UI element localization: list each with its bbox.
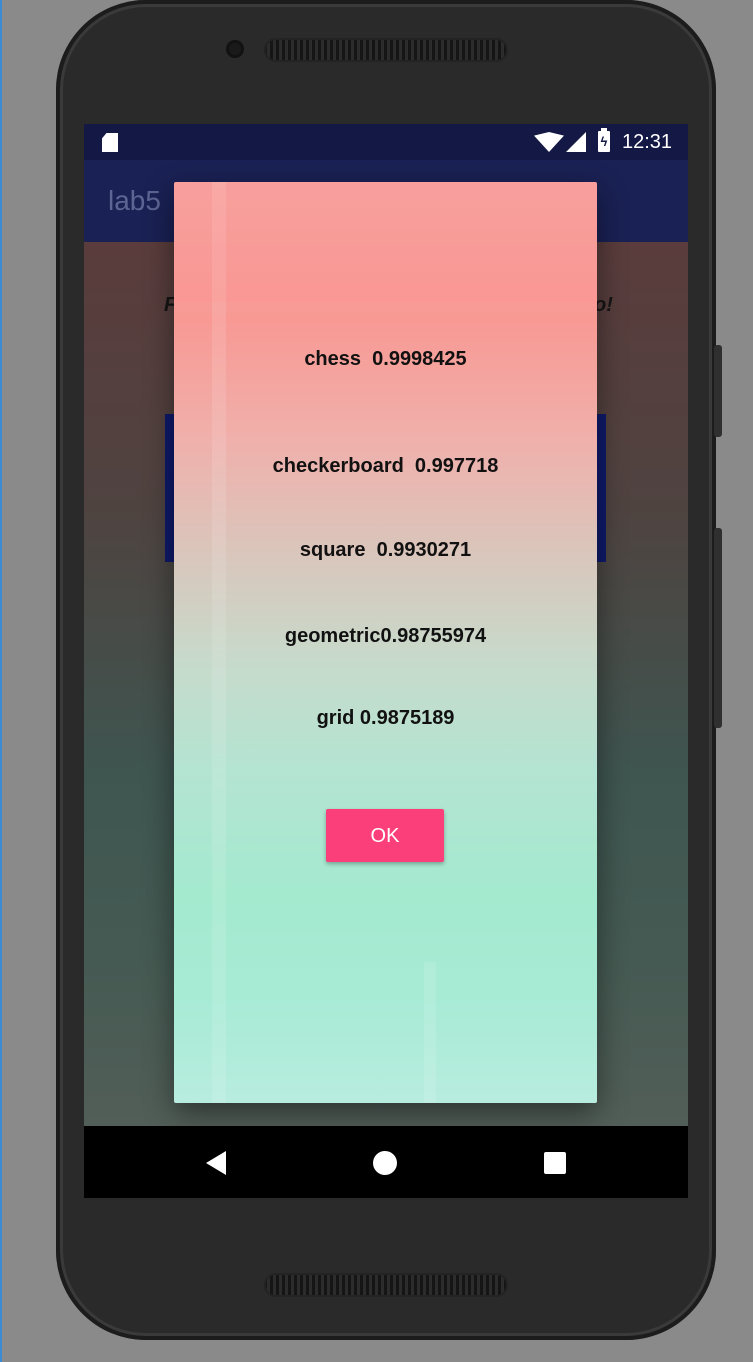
recents-icon[interactable] <box>544 1152 566 1174</box>
back-icon[interactable] <box>206 1151 226 1175</box>
window-edge <box>0 0 2 1362</box>
ok-button[interactable]: OK <box>326 809 444 862</box>
status-time: 12:31 <box>622 131 673 153</box>
result-item-5: grid 0.9875189 <box>316 707 455 729</box>
status-bar: ϟ 12:31 <box>84 124 688 160</box>
texture-wash <box>174 182 597 302</box>
result-item-4: geometric0.98755974 <box>284 625 487 647</box>
results-dialog: chess 0.9998425 checkerboard 0.997718 sq… <box>174 182 597 1103</box>
sd-card-icon <box>102 133 118 152</box>
top-speaker <box>264 38 508 62</box>
signal-icon <box>566 132 586 152</box>
bottom-speaker <box>264 1273 508 1297</box>
result-item-1: chess 0.9998425 <box>304 348 467 370</box>
power-button[interactable] <box>714 345 722 437</box>
volume-button[interactable] <box>714 528 722 728</box>
result-item-2: checkerboard 0.997718 <box>272 455 499 477</box>
battery-charging-icon: ϟ <box>598 128 610 152</box>
wifi-icon <box>534 132 564 152</box>
result-item-3: square 0.9930271 <box>299 539 472 561</box>
navigation-bar <box>84 1126 688 1198</box>
app-title: lab5 <box>108 185 161 216</box>
front-camera <box>226 40 244 58</box>
texture-stroke <box>424 962 436 1103</box>
home-icon[interactable] <box>373 1151 397 1175</box>
